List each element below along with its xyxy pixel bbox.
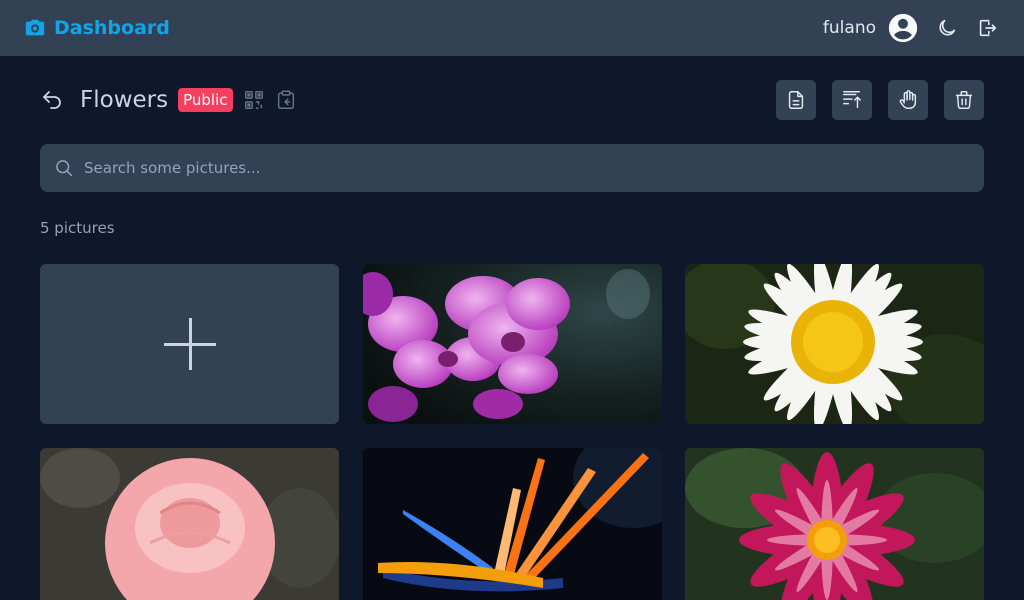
camera-icon — [25, 19, 45, 36]
daisy-image — [685, 264, 984, 424]
user-circle-icon[interactable] — [886, 11, 920, 45]
select-button[interactable] — [888, 80, 928, 120]
picture-card[interactable] — [363, 264, 662, 424]
visibility-badge[interactable]: Public — [178, 88, 233, 112]
brand[interactable]: Dashboard — [24, 17, 170, 39]
album-title: Flowers — [80, 87, 169, 113]
export-button[interactable] — [776, 80, 816, 120]
qr-code-icon[interactable] — [243, 89, 265, 111]
dahlia-image — [685, 448, 984, 600]
delete-button[interactable] — [944, 80, 984, 120]
picture-card[interactable] — [685, 264, 984, 424]
logout-button[interactable] — [974, 15, 1000, 41]
sort-icon — [843, 91, 861, 109]
search-input[interactable] — [84, 159, 964, 177]
picture-count: 5 pictures — [40, 219, 115, 237]
file-icon — [788, 91, 804, 109]
theme-toggle-button[interactable] — [934, 15, 960, 41]
trash-icon — [955, 91, 973, 109]
moon-icon — [939, 19, 956, 36]
picture-card[interactable] — [363, 448, 662, 600]
add-picture-card[interactable] — [40, 264, 339, 424]
plus-icon — [163, 318, 216, 370]
bird-of-paradise-image — [363, 448, 662, 600]
clipboard-icon[interactable] — [275, 89, 297, 111]
top-navbar: Dashboard fulano — [0, 0, 1024, 56]
orchid-image — [363, 264, 662, 424]
logout-icon — [979, 19, 997, 37]
picture-card[interactable] — [685, 448, 984, 600]
undo-arrow-icon[interactable] — [40, 88, 64, 112]
user-area: fulano — [823, 11, 1000, 45]
search-icon — [56, 160, 73, 177]
sort-button[interactable] — [832, 80, 872, 120]
album-header: Flowers Public — [40, 80, 984, 120]
picture-card[interactable] — [40, 448, 339, 600]
username: fulano — [822, 18, 876, 38]
search-bar[interactable] — [40, 144, 984, 192]
brand-title: Dashboard — [54, 17, 170, 39]
hand-icon — [899, 90, 917, 109]
rose-image — [40, 448, 339, 600]
